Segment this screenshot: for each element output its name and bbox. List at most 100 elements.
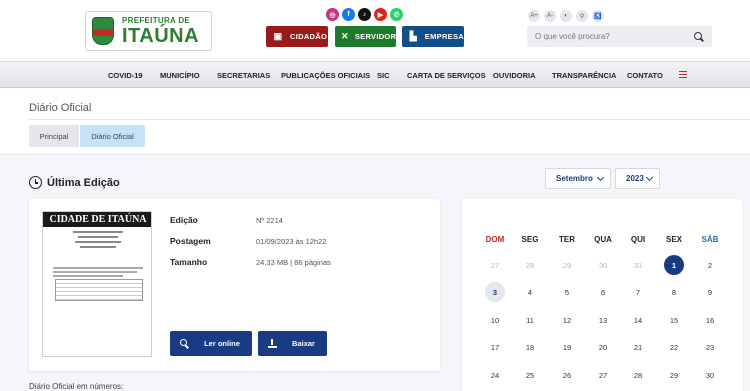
main-nav: COVID-19 MUNICÍPIO SECRETARIAS PUBLICAÇÕ… [0, 61, 750, 88]
whatsapp-icon[interactable]: ✆ [390, 8, 403, 21]
nav-item-ouvidoria[interactable]: OUVIDORIA [493, 71, 536, 80]
size-value: 24,33 MB | 86 páginas [256, 258, 331, 267]
search-icon[interactable] [694, 31, 704, 42]
calendar-day[interactable]: 25 [520, 365, 540, 385]
calendar-day[interactable]: 15 [664, 310, 684, 330]
tiktok-icon[interactable]: ♪ [358, 8, 371, 21]
calendar-day[interactable]: 9 [700, 282, 720, 302]
calendar-day[interactable]: 20 [593, 337, 613, 357]
search-icon [180, 339, 189, 348]
social-links: ◎ f ♪ ▶ ✆ [326, 8, 403, 21]
latest-edition-card: CIDADE DE ITAÚNA Edição Nº 2214 Postagem… [29, 199, 440, 371]
calendar-day[interactable]: 5 [557, 282, 577, 302]
size-label: Tamanho [170, 257, 208, 267]
calendar-day[interactable]: 3 [485, 282, 505, 302]
calendar-day[interactable]: 27 [485, 255, 505, 275]
servidor-label: SERVIDOR [354, 32, 397, 41]
thumbnail-line [80, 246, 116, 248]
city-logo[interactable]: PREFEITURA DE ITAÚNA [85, 11, 212, 51]
month-value: Setembro [556, 174, 593, 183]
accessibility-tools: A+ A- ◐ ⚲ ♿ [528, 10, 604, 22]
logo-line1: PREFEITURA DE [122, 15, 191, 25]
calendar-day[interactable]: 6 [593, 282, 613, 302]
font-increase-icon[interactable]: A+ [528, 10, 540, 22]
calendar-day[interactable]: 19 [557, 337, 577, 357]
clock-icon [29, 176, 42, 189]
nav-item-sic[interactable]: SIC [377, 71, 390, 80]
servidor-button[interactable]: ✕ SERVIDOR [335, 26, 396, 47]
weekday-2: SEG [521, 235, 539, 244]
read-online-button[interactable]: Ler online [170, 331, 252, 356]
chevron-down-icon [645, 173, 654, 182]
calendar-day[interactable]: 27 [593, 365, 613, 385]
nav-item-transparencia[interactable]: TRANSPARÊNCIA [552, 71, 616, 80]
calendar-day[interactable]: 1 [664, 255, 684, 275]
calendar-day[interactable]: 4 [520, 282, 540, 302]
calendar-day[interactable]: 28 [628, 365, 648, 385]
thumbnail-line [78, 236, 118, 238]
calendar-day[interactable]: 2 [700, 255, 720, 275]
coat-of-arms-icon [92, 17, 114, 45]
empresa-label: EMPRESA [424, 32, 464, 41]
calendar-day[interactable]: 7 [628, 282, 648, 302]
instagram-icon[interactable]: ◎ [326, 8, 339, 21]
chevron-down-icon [596, 173, 605, 182]
search-box [527, 26, 712, 47]
wheelchair-icon[interactable]: ♿ [592, 10, 604, 22]
calendar-day[interactable]: 22 [664, 337, 684, 357]
calendar: DOM SEG TER QUA QUI SEX SÁB 27 28 29 30 31 1 2 3 4 5 6 7 8 9… [462, 199, 743, 391]
download-button[interactable]: Baixar [258, 331, 327, 356]
site-header: PREFEITURA DE ITAÚNA ◎ f ♪ ▶ ✆ ▣ CIDADÃO… [0, 0, 750, 61]
font-decrease-icon[interactable]: A- [544, 10, 556, 22]
calendar-day[interactable]: 31 [628, 255, 648, 275]
breadcrumb-principal[interactable]: Principal [29, 125, 79, 147]
calendar-day[interactable]: 18 [520, 337, 540, 357]
year-select[interactable]: 2023 [615, 168, 660, 189]
month-select[interactable]: Setembro [545, 168, 611, 189]
nav-item-carta-servicos[interactable]: CARTA DE SERVIÇOS [407, 71, 486, 80]
nav-item-municipio[interactable]: MUNICÍPIO [160, 71, 200, 80]
download-label: Baixar [292, 339, 315, 348]
calendar-day[interactable]: 12 [557, 310, 577, 330]
nav-item-publicacoes[interactable]: PUBLICAÇÕES OFICIAIS [281, 71, 370, 80]
calendar-day[interactable]: 11 [520, 310, 540, 330]
download-icon [268, 339, 277, 348]
thumbnail-line [75, 241, 121, 243]
cidadao-button[interactable]: ▣ CIDADÃO [266, 26, 328, 47]
weekday-3: TER [559, 235, 575, 244]
calendar-day[interactable]: 30 [700, 365, 720, 385]
divider [29, 119, 750, 120]
youtube-icon[interactable]: ▶ [374, 8, 387, 21]
nav-item-secretarias[interactable]: SECRETARIAS [217, 71, 270, 80]
logo-line2: ITAÚNA [122, 24, 200, 47]
contrast-icon[interactable]: ◐ [560, 10, 572, 22]
calendar-day[interactable]: 29 [664, 365, 684, 385]
calendar-day[interactable]: 26 [557, 365, 577, 385]
thumbnail-line [53, 275, 123, 277]
calendar-day[interactable]: 28 [520, 255, 540, 275]
calendar-day[interactable]: 24 [485, 365, 505, 385]
tools-icon: ✕ [341, 31, 349, 41]
search-input[interactable] [535, 32, 694, 41]
calendar-day[interactable]: 17 [485, 337, 505, 357]
nav-item-contato[interactable]: CONTATO [627, 71, 663, 80]
calendar-day[interactable]: 23 [700, 337, 720, 357]
libras-icon[interactable]: ⚲ [576, 10, 588, 22]
weekday-7: SÁB [701, 235, 719, 244]
calendar-day[interactable]: 30 [593, 255, 613, 275]
calendar-day[interactable]: 14 [628, 310, 648, 330]
edition-thumbnail[interactable]: CIDADE DE ITAÚNA [42, 211, 152, 357]
nav-item-covid[interactable]: COVID-19 [108, 71, 143, 80]
calendar-day[interactable]: 13 [593, 310, 613, 330]
calendar-day[interactable]: 16 [700, 310, 720, 330]
facebook-icon[interactable]: f [342, 8, 355, 21]
hamburger-menu-icon[interactable] [679, 71, 687, 78]
calendar-day[interactable]: 29 [557, 255, 577, 275]
breadcrumb-current: Diário Oficial [79, 125, 145, 147]
posted-value: 01/09/2023 às 12h22 [256, 237, 327, 246]
calendar-day[interactable]: 8 [664, 282, 684, 302]
factory-icon: ▙ [409, 31, 418, 41]
calendar-day[interactable]: 21 [628, 337, 648, 357]
calendar-day[interactable]: 10 [485, 310, 505, 330]
empresa-button[interactable]: ▙ EMPRESA [402, 26, 464, 47]
